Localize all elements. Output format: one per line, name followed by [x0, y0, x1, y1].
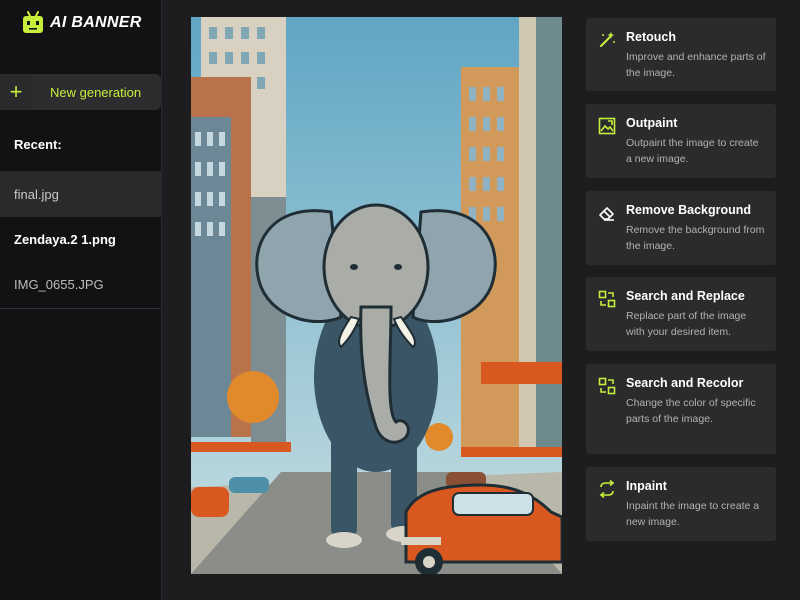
- recent-item-label: Zendaya.2 1.png: [14, 231, 116, 247]
- tool-search-and-replace[interactable]: Search and Replace Replace part of the i…: [586, 277, 776, 351]
- recent-item-zendaya-png[interactable]: Zendaya.2 1.png: [0, 216, 161, 262]
- outpaint-icon: [598, 117, 616, 135]
- tool-inpaint[interactable]: Inpaint Inpaint the image to create a ne…: [586, 467, 776, 541]
- tool-description: Inpaint the image to create a new image.: [626, 500, 760, 528]
- swap-icon: [599, 480, 615, 498]
- generated-image[interactable]: [191, 17, 562, 574]
- tool-retouch[interactable]: Retouch Improve and enhance parts of the…: [586, 18, 776, 91]
- tool-search-and-recolor[interactable]: Search and Recolor Change the color of s…: [586, 364, 776, 454]
- eraser-icon: [599, 207, 614, 221]
- robot-icon: [23, 11, 43, 33]
- tool-title: Inpaint: [626, 479, 667, 493]
- app-logo[interactable]: AI BANNER: [22, 10, 142, 36]
- tool-title: Outpaint: [626, 116, 678, 130]
- tool-title: Retouch: [626, 30, 676, 44]
- divider: [0, 308, 161, 309]
- recent-item-final-jpg[interactable]: final.jpg: [0, 171, 161, 217]
- recent-item-label: IMG_0655.JPG: [14, 276, 104, 292]
- tool-title: Remove Background: [626, 203, 752, 217]
- tool-description: Replace part of the image with your desi…: [626, 310, 747, 338]
- new-generation-label: New generation: [32, 74, 161, 110]
- tool-description: Remove the background from the image.: [626, 224, 765, 252]
- tool-description: Outpaint the image to create a new image…: [626, 137, 759, 165]
- sidebar: AI BANNER + New generation Recent: final…: [0, 0, 162, 600]
- new-generation-button[interactable]: + New generation: [0, 74, 161, 110]
- plus-icon: +: [0, 74, 32, 110]
- recolor-icon: [598, 377, 616, 395]
- tool-description: Improve and enhance parts of the image.: [626, 51, 766, 79]
- recent-item-label: final.jpg: [14, 186, 59, 202]
- recent-heading: Recent:: [14, 137, 62, 152]
- replace-icon: [598, 290, 616, 308]
- app-name: AI BANNER: [50, 14, 142, 31]
- tool-remove-background[interactable]: Remove Background Remove the background …: [586, 191, 776, 265]
- tool-title: Search and Replace: [626, 289, 745, 303]
- recent-item-img-0655[interactable]: IMG_0655.JPG: [0, 261, 161, 307]
- magic-wand-icon: [600, 32, 615, 47]
- tool-description: Change the color of specific parts of th…: [626, 397, 756, 425]
- tool-title: Search and Recolor: [626, 376, 744, 390]
- elephant-city-illustration: [191, 17, 562, 574]
- tool-outpaint[interactable]: Outpaint Outpaint the image to create a …: [586, 104, 776, 178]
